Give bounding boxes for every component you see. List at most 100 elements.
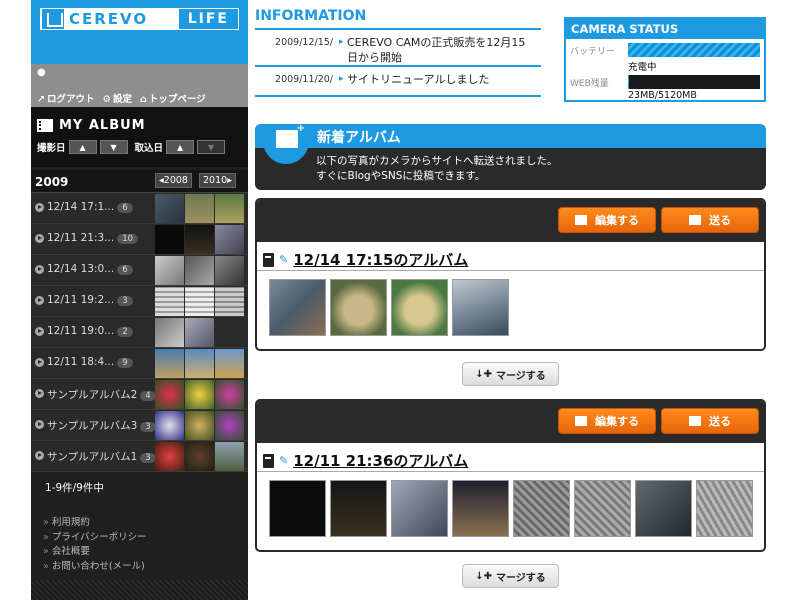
storage-label: WEB残量 [570, 79, 609, 89]
album-list-item[interactable]: 12/11 18:4... 9 [31, 348, 248, 379]
toppage-link[interactable]: ⌂ トップページ [140, 91, 206, 105]
photo-thumb[interactable] [391, 480, 448, 537]
album-title-link[interactable]: 12/11 21:36のアルバム [293, 450, 468, 471]
album-photos [269, 279, 509, 336]
photo-thumb[interactable] [635, 480, 692, 537]
album-list-item[interactable]: 12/11 19:2... 3 [31, 286, 248, 317]
footer-links: » 利用規約 » プライバシーポリシー » 会社概要 » お問い合わせ(メール) [43, 516, 147, 574]
edit-button[interactable]: 編集する [558, 207, 656, 233]
terms-link[interactable]: » 利用規約 [43, 516, 147, 531]
photo-thumb[interactable] [452, 279, 509, 336]
sidebar: CEREVO LIFE ● ↗ ログアウト ⚙ 設定 ⌂ トップページ MY ALBU… [31, 0, 248, 600]
photo-thumb[interactable] [696, 480, 753, 537]
send-button[interactable]: 送る [661, 408, 759, 434]
photo-thumb[interactable] [269, 480, 326, 537]
info-link[interactable]: サイトリニューアルしました [339, 72, 489, 95]
play-arrow-icon [35, 389, 44, 398]
send-icon [689, 215, 701, 225]
send-button[interactable]: 送る [661, 207, 759, 233]
album-thumbs [155, 287, 244, 316]
photo-thumb[interactable] [391, 279, 448, 336]
prev-year-button[interactable]: ◂ 2008 [155, 173, 192, 188]
info-date: 2009/12/15/ [275, 37, 333, 48]
pencil-icon[interactable]: ✎ [279, 454, 288, 467]
cerevo-life-logo[interactable]: CEREVO LIFE [40, 8, 239, 30]
battery-bar [628, 43, 760, 57]
new-album-title: 新着アルバム [317, 130, 401, 146]
camera-status-title: CAMERA STATUS [566, 19, 764, 39]
album-panel: 編集する 送る ✎ 12/14 17:15のアルバム [255, 198, 766, 351]
settings-link[interactable]: ⚙ 設定 [102, 91, 132, 105]
logout-link[interactable]: ↗ ログアウト [37, 91, 94, 105]
play-arrow-icon [35, 296, 44, 305]
play-arrow-icon [35, 358, 44, 367]
photo-thumb[interactable] [330, 279, 387, 336]
edit-button[interactable]: 編集する [558, 408, 656, 434]
double-chevron-icon: » [43, 546, 49, 557]
photo-thumb[interactable] [452, 480, 509, 537]
album-list: 12/14 17:1... 6 12/11 21:3... 10 12/14 13:… [31, 193, 248, 472]
privacy-link[interactable]: » プライバシーポリシー [43, 531, 147, 546]
logo-bar: CEREVO LIFE [31, 0, 248, 64]
user-icon: ● [37, 67, 46, 78]
album-panel: 編集する 送る ✎ 12/11 21:36のアルバム [255, 399, 766, 552]
next-year-button[interactable]: 2010 ▸ [199, 173, 236, 188]
contact-link[interactable]: » お問い合わせ(メール) [43, 560, 147, 575]
album-panel-toolbar: 編集する 送る [257, 401, 764, 443]
film-icon [37, 119, 53, 132]
album-list-count: 1-9件/9件中 [45, 482, 104, 494]
sidebar-bottom-pattern [31, 580, 248, 600]
album-thumbs [155, 256, 244, 285]
photo-thumb[interactable] [269, 279, 326, 336]
play-arrow-icon [35, 451, 44, 460]
merge-icon: ↓✚ [475, 570, 492, 582]
cerevo-mark-icon [42, 9, 64, 29]
photo-thumb[interactable] [574, 480, 631, 537]
album-list-item[interactable]: 12/14 13:0... 6 [31, 255, 248, 286]
album-book-icon [263, 453, 274, 468]
album-list-item[interactable]: 12/14 17:1... 6 [31, 193, 248, 224]
user-links: ↗ ログアウト ⚙ 設定 ⌂ トップページ [37, 91, 206, 105]
send-icon [689, 416, 701, 426]
album-list-item[interactable]: サンプルアルバム2 4 [31, 379, 248, 410]
sort-shoot-asc-button[interactable]: ▲ [68, 140, 97, 154]
play-arrow-icon [35, 203, 44, 212]
merge-button[interactable]: ↓✚ マージする [462, 564, 559, 588]
camera-status-panel: CAMERA STATUS バッテリー 充電中 WEB残量 23MB/5120M… [564, 17, 766, 102]
photo-thumb[interactable] [513, 480, 570, 537]
home-icon: ⌂ [140, 94, 147, 105]
pencil-icon[interactable]: ✎ [279, 253, 288, 266]
album-panel-toolbar: 編集する 送る [257, 200, 764, 242]
gear-icon: ⚙ [102, 94, 112, 105]
new-album-icon [263, 124, 309, 164]
sort-row: 撮影日 ▲ ▼ 取込日 ▲ ▼ [37, 140, 226, 154]
album-title-link[interactable]: 12/14 17:15のアルバム [293, 249, 468, 270]
album-thumbs [155, 194, 244, 223]
year-row: 2009 ◂ 2008 2010 ▸ [31, 170, 248, 193]
sort-import-asc-button[interactable]: ▲ [166, 140, 195, 154]
album-book-icon [263, 252, 274, 267]
info-link[interactable]: CEREVO CAMの正式販売を12月15日から開始 [339, 35, 534, 65]
album-list-item[interactable]: 12/11 19:0... 2 [31, 317, 248, 348]
info-item: 2009/11/20/ サイトリニューアルしました [255, 67, 541, 97]
user-bar: ● ↗ ログアウト ⚙ 設定 ⌂ トップページ [31, 64, 248, 107]
album-list-item[interactable]: 12/11 21:3... 10 [31, 224, 248, 255]
information-title: INFORMATION [255, 8, 541, 30]
sort-import-desc-button[interactable]: ▼ [197, 140, 226, 154]
album-list-item[interactable]: サンプルアルバム1 3 [31, 441, 248, 472]
info-item: 2009/12/15/ CEREVO CAMの正式販売を12月15日から開始 [255, 30, 541, 67]
play-arrow-icon [35, 327, 44, 336]
album-thumbs [155, 225, 244, 254]
photo-thumb[interactable] [330, 480, 387, 537]
play-arrow-icon [35, 420, 44, 429]
double-chevron-icon: » [43, 531, 49, 543]
sort-shoot-desc-button[interactable]: ▼ [99, 140, 128, 154]
my-album-header: MY ALBUM 撮影日 ▲ ▼ 取込日 ▲ ▼ [31, 107, 248, 167]
album-photos [269, 480, 753, 537]
merge-button[interactable]: ↓✚ マージする [462, 362, 559, 386]
company-link[interactable]: » 会社概要 [43, 545, 147, 560]
album-list-item[interactable]: サンプルアルバム3 3 [31, 410, 248, 441]
edit-icon [575, 416, 587, 426]
album-thumbs [155, 442, 244, 471]
new-album-banner: 新着アルバム 以下の写真がカメラからサイトへ転送されました。 すぐにBlogやS… [255, 124, 766, 190]
